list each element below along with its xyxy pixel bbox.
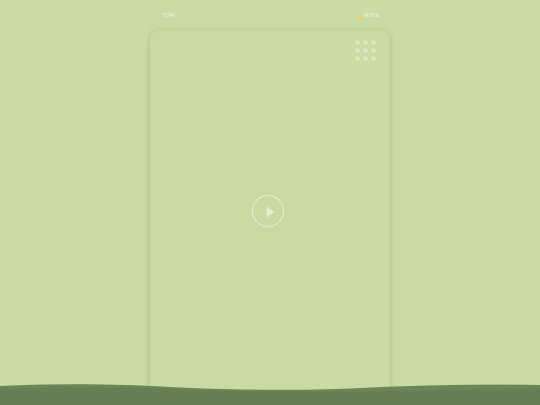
game-stage: 7594 MUTE xyxy=(0,0,540,405)
grid-dot xyxy=(363,40,368,45)
grid-dot xyxy=(355,40,360,45)
grid-dot xyxy=(363,56,368,61)
mute-toggle[interactable]: MUTE xyxy=(356,13,379,19)
grid-dot xyxy=(355,48,360,53)
grid-dot xyxy=(355,56,360,61)
score-label: 7594 xyxy=(162,13,175,19)
grid-dot xyxy=(371,48,376,53)
mute-label: MUTE xyxy=(364,13,380,19)
toggle-indicator-icon xyxy=(356,13,362,19)
play-icon xyxy=(266,206,275,218)
play-button[interactable] xyxy=(252,195,284,227)
ground-terrain xyxy=(0,384,540,405)
grid-menu-icon[interactable] xyxy=(355,40,376,61)
grid-dot xyxy=(363,48,368,53)
grid-dot xyxy=(371,56,376,61)
grid-dot xyxy=(371,40,376,45)
